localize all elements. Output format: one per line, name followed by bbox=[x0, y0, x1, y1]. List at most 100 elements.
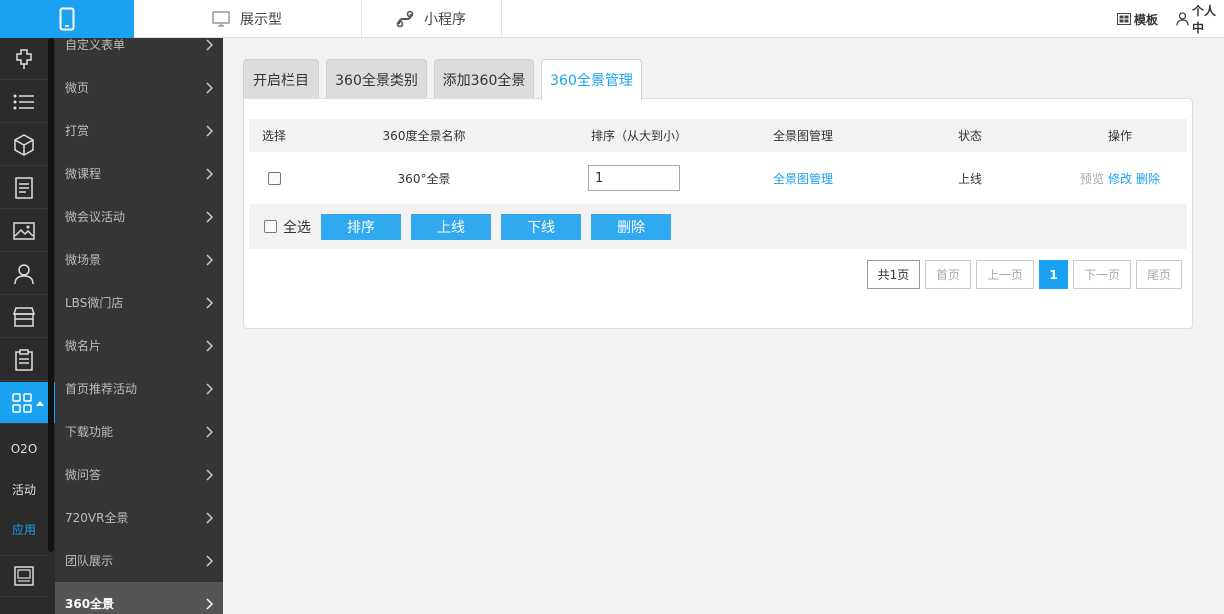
pagination-current[interactable]: 1 bbox=[1039, 260, 1068, 289]
submenu-item-active[interactable]: 360全景 bbox=[55, 582, 223, 614]
submenu-item[interactable]: 微名片 bbox=[55, 324, 223, 367]
rail-image[interactable] bbox=[0, 210, 48, 252]
chevron-right-icon bbox=[206, 511, 213, 524]
mini-program-icon bbox=[396, 10, 414, 28]
col-action: 操作 bbox=[1107, 129, 1132, 143]
pagination-last[interactable]: 尾页 bbox=[1136, 260, 1182, 289]
sort-button[interactable]: 排序 bbox=[321, 214, 401, 240]
submenu-label: 团队展示 bbox=[65, 554, 114, 568]
batch-action-bar: 全选 排序 上线 下线 删除 bbox=[249, 204, 1187, 249]
submenu-item[interactable]: 微问答 bbox=[55, 453, 223, 496]
submenu-item[interactable]: 720VR全景 bbox=[55, 496, 223, 539]
image-icon bbox=[13, 221, 35, 240]
rail-activity[interactable]: 活动 bbox=[0, 469, 48, 509]
select-all-checkbox[interactable] bbox=[264, 220, 277, 233]
rail-application[interactable]: 应用 bbox=[0, 509, 48, 549]
rail-picture[interactable] bbox=[0, 555, 48, 597]
select-all[interactable]: 全选 bbox=[264, 204, 311, 249]
preview-link[interactable]: 预览 bbox=[1080, 170, 1104, 187]
apps-grid-icon bbox=[11, 392, 32, 413]
rail-list[interactable] bbox=[0, 81, 48, 123]
tab-360-category[interactable]: 360全景类别 bbox=[326, 59, 427, 99]
top-tab-label: 小程序 bbox=[424, 12, 466, 28]
document-icon bbox=[15, 176, 33, 199]
submenu-label: LBS微门店 bbox=[65, 296, 124, 310]
user-center-link[interactable]: 个人中 bbox=[1176, 0, 1224, 38]
clipboard-icon bbox=[15, 348, 33, 371]
list-icon bbox=[13, 94, 34, 109]
edit-link[interactable]: 修改 bbox=[1108, 170, 1132, 187]
icon-rail: O2O 活动 应用 bbox=[0, 38, 55, 614]
mobile-logo[interactable] bbox=[0, 0, 134, 38]
tab-open-column[interactable]: 开启栏目 bbox=[243, 59, 319, 99]
chevron-right-icon bbox=[206, 382, 213, 395]
rail-store[interactable] bbox=[0, 296, 48, 338]
panorama-manage-link[interactable]: 全景图管理 bbox=[773, 170, 833, 187]
chevron-right-icon bbox=[206, 38, 213, 51]
submenu-item[interactable]: LBS微门店 bbox=[55, 281, 223, 324]
rail-apps[interactable] bbox=[0, 382, 55, 424]
tab-add-360[interactable]: 添加360全景 bbox=[434, 59, 534, 99]
chevron-right-icon bbox=[206, 339, 213, 352]
submenu-label: 首页推荐活动 bbox=[65, 382, 138, 396]
submenu-item[interactable]: 微会议活动 bbox=[55, 195, 223, 238]
rail-cube[interactable] bbox=[0, 124, 48, 166]
submenu-label: 360全景 bbox=[65, 597, 115, 611]
pagination-next[interactable]: 下一页 bbox=[1073, 260, 1131, 289]
online-button[interactable]: 上线 bbox=[411, 214, 491, 240]
table-row: 360°全景 全景图管理 上线 预览 修改 删除 bbox=[249, 152, 1187, 204]
top-tab-mini-program[interactable]: 小程序 bbox=[362, 0, 502, 38]
tab-360-manage[interactable]: 360全景管理 bbox=[541, 59, 642, 100]
rail-o2o[interactable]: O2O bbox=[0, 429, 48, 469]
pagination-prev[interactable]: 上一页 bbox=[976, 260, 1034, 289]
chevron-right-icon bbox=[206, 253, 213, 266]
picture-frame-icon bbox=[14, 566, 34, 586]
rail-document[interactable] bbox=[0, 167, 48, 209]
chevron-right-icon bbox=[206, 597, 213, 610]
submenu-item[interactable]: 团队展示 bbox=[55, 539, 223, 582]
delete-button[interactable]: 删除 bbox=[591, 214, 671, 240]
submenu-item[interactable]: 下载功能 bbox=[55, 410, 223, 453]
store-icon bbox=[13, 306, 35, 327]
submenu-item[interactable]: 微课程 bbox=[55, 152, 223, 195]
submenu-item[interactable]: 自定义表单 bbox=[55, 38, 223, 66]
row-name: 360°全景 bbox=[397, 171, 451, 186]
chevron-right-icon bbox=[206, 468, 213, 481]
template-link[interactable]: 模板 bbox=[1117, 0, 1158, 38]
submenu-label: 打赏 bbox=[65, 124, 90, 138]
caret-up-icon bbox=[35, 400, 44, 406]
rail-user[interactable] bbox=[0, 253, 48, 295]
chevron-right-icon bbox=[206, 554, 213, 567]
submenu-label: 720VR全景 bbox=[65, 511, 129, 525]
submenu-item[interactable]: 首页推荐活动 bbox=[55, 367, 223, 410]
submenu-label: 微场景 bbox=[65, 253, 102, 267]
pagination-total: 共1页 bbox=[867, 260, 920, 289]
top-tab-display[interactable]: 展示型 bbox=[134, 0, 362, 38]
monitor-icon bbox=[212, 11, 230, 27]
submenu-label: 微课程 bbox=[65, 167, 102, 181]
user-center-label: 个人中 bbox=[1192, 4, 1217, 35]
template-label: 模板 bbox=[1134, 12, 1159, 27]
chevron-right-icon bbox=[206, 210, 213, 223]
submenu-label: 微名片 bbox=[65, 339, 102, 353]
row-checkbox[interactable] bbox=[267, 171, 281, 185]
user-icon bbox=[14, 263, 34, 284]
rail-clipboard[interactable] bbox=[0, 339, 48, 381]
cube-icon bbox=[14, 133, 34, 156]
offline-button[interactable]: 下线 bbox=[501, 214, 581, 240]
row-status: 上线 bbox=[957, 171, 982, 186]
delete-link[interactable]: 删除 bbox=[1136, 170, 1160, 187]
rail-scrollbar[interactable] bbox=[48, 38, 54, 552]
sort-input[interactable] bbox=[588, 165, 680, 191]
submenu-item[interactable]: 微页 bbox=[55, 66, 223, 109]
col-name: 360度全景名称 bbox=[382, 129, 466, 143]
submenu-label: 微问答 bbox=[65, 468, 102, 482]
rail-plugin[interactable] bbox=[0, 38, 48, 80]
chevron-right-icon bbox=[206, 124, 213, 137]
chevron-right-icon bbox=[206, 167, 213, 180]
submenu-label: 下载功能 bbox=[65, 425, 114, 439]
submenu-label: 微页 bbox=[65, 81, 90, 95]
submenu-item[interactable]: 打赏 bbox=[55, 109, 223, 152]
pagination-first[interactable]: 首页 bbox=[925, 260, 971, 289]
submenu-item[interactable]: 微场景 bbox=[55, 238, 223, 281]
